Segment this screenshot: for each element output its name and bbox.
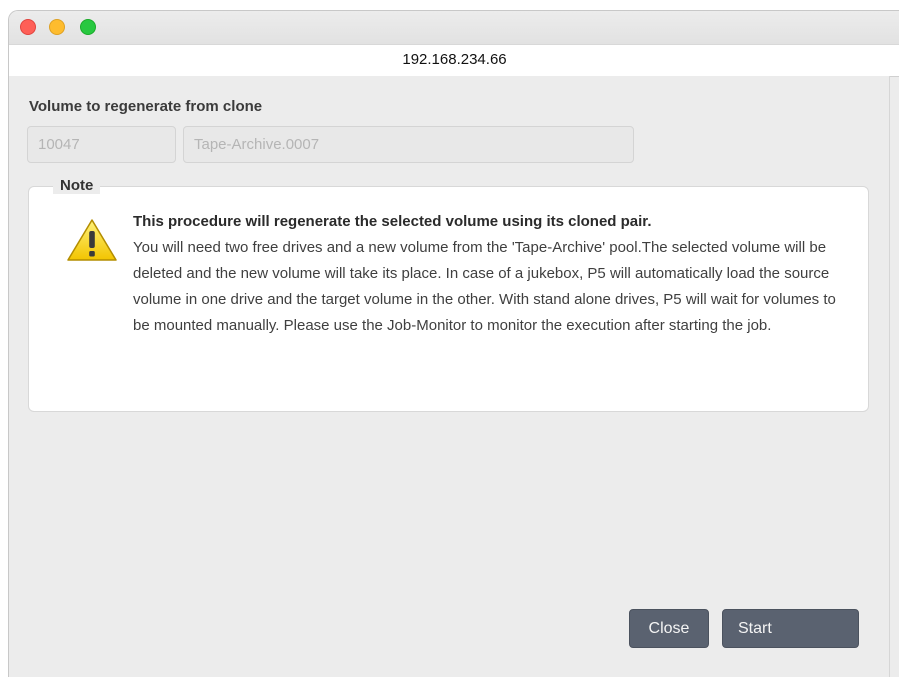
note-text: This procedure will regenerate the selec…	[133, 209, 853, 339]
note-legend: Note	[53, 177, 101, 194]
title-bar	[9, 11, 899, 44]
minimize-window-button[interactable]	[49, 19, 65, 35]
volume-label-field: Tape-Archive.0007	[183, 126, 634, 163]
dialog-content: Volume to regenerate from clone 10047 Ta…	[9, 76, 890, 677]
section-label: Volume to regenerate from clone	[29, 98, 263, 115]
dialog-window: 192.168.234.66 Volume to regenerate from…	[8, 10, 899, 677]
close-button[interactable]: Close	[629, 609, 709, 648]
note-body: You will need two free drives and a new …	[133, 239, 836, 334]
close-window-button[interactable]	[20, 19, 36, 35]
address-title: 192.168.234.66	[9, 44, 899, 77]
note-heading: This procedure will regenerate the selec…	[133, 213, 652, 230]
warning-icon	[67, 219, 117, 261]
maximize-window-button[interactable]	[80, 19, 96, 35]
start-button[interactable]: Start	[722, 609, 859, 648]
volume-id-field: 10047	[27, 126, 176, 163]
note-panel: This procedure will regenerate the selec…	[28, 186, 869, 412]
